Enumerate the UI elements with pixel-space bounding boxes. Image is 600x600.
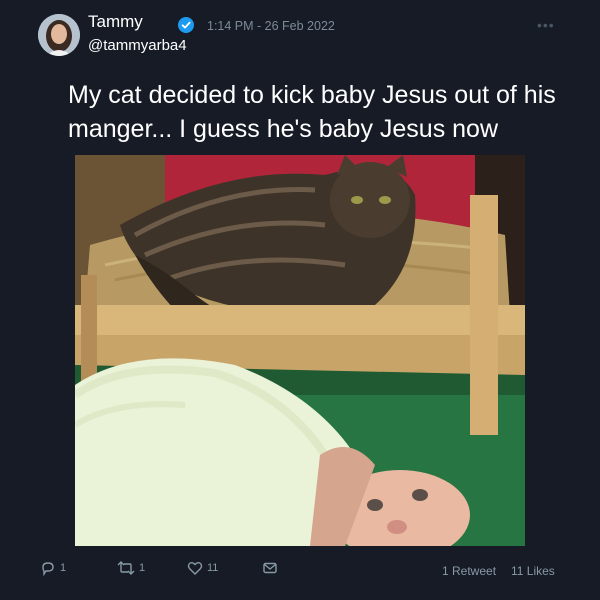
author-handle[interactable]: @tammyarba4 xyxy=(88,37,187,54)
reply-icon xyxy=(42,562,54,576)
retweet-count: 1 xyxy=(139,562,146,574)
author-name[interactable]: Tammy xyxy=(88,12,143,32)
avatar-image xyxy=(38,14,80,56)
tweet-photo-illustration xyxy=(75,155,525,546)
avatar[interactable] xyxy=(38,14,80,56)
share-button[interactable] xyxy=(262,560,278,576)
like-stats[interactable]: 11 Likes xyxy=(511,564,555,578)
tweet-text: My cat decided to kick baby Jesus out of… xyxy=(68,81,556,143)
verified-badge-icon xyxy=(178,17,194,33)
retweet-icon xyxy=(117,561,135,575)
like-count: 11 xyxy=(207,562,219,574)
retweet-button[interactable]: 1 xyxy=(117,560,145,576)
tweet-actions: 1 1 11 1 Retweet 11 Likes xyxy=(0,560,600,584)
retweet-stats[interactable]: 1 Retweet xyxy=(442,564,496,578)
share-icon xyxy=(263,562,277,574)
more-icon[interactable]: ••• xyxy=(537,17,555,33)
tweet-photo[interactable] xyxy=(75,155,525,546)
reply-button[interactable]: 1 xyxy=(40,560,66,576)
reply-count: 1 xyxy=(60,562,67,574)
like-button[interactable]: 11 xyxy=(187,560,218,576)
tweet-timestamp[interactable]: 1:14 PM - 26 Feb 2022 xyxy=(207,19,335,33)
like-icon xyxy=(187,562,203,575)
